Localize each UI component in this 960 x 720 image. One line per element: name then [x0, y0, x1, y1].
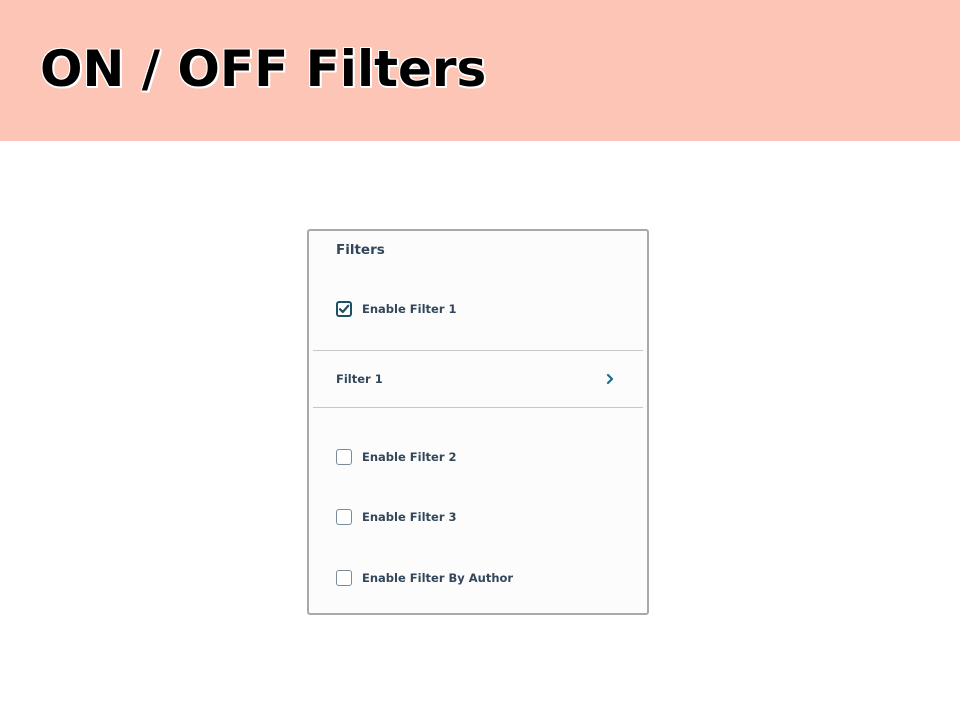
enable-filter-3-checkbox[interactable]: [336, 509, 352, 525]
enable-filter-3-option[interactable]: Enable Filter 3: [336, 506, 457, 528]
filters-panel: Filters Enable Filter 1 Filter 1 Enable …: [307, 229, 649, 615]
slide-title: ON / OFF Filters: [40, 40, 487, 98]
enable-filter-3-label: Enable Filter 3: [362, 510, 457, 524]
divider: [313, 407, 643, 408]
enable-filter-2-option[interactable]: Enable Filter 2: [336, 446, 457, 468]
filters-heading: Filters: [336, 242, 385, 258]
chevron-right-icon[interactable]: [604, 373, 616, 385]
checkmark-icon: [338, 304, 350, 314]
enable-filter-by-author-checkbox[interactable]: [336, 570, 352, 586]
filter-1-row[interactable]: Filter 1: [313, 352, 643, 408]
enable-filter-1-option[interactable]: Enable Filter 1: [336, 298, 457, 320]
title-banner: ON / OFF Filters: [0, 0, 960, 141]
divider: [313, 350, 643, 351]
enable-filter-by-author-option[interactable]: Enable Filter By Author: [336, 567, 513, 589]
enable-filter-2-checkbox[interactable]: [336, 449, 352, 465]
enable-filter-1-label: Enable Filter 1: [362, 302, 457, 316]
enable-filter-2-label: Enable Filter 2: [362, 450, 457, 464]
enable-filter-by-author-label: Enable Filter By Author: [362, 571, 514, 585]
filter-1-label: Filter 1: [336, 372, 383, 386]
enable-filter-1-checkbox[interactable]: [336, 301, 352, 317]
